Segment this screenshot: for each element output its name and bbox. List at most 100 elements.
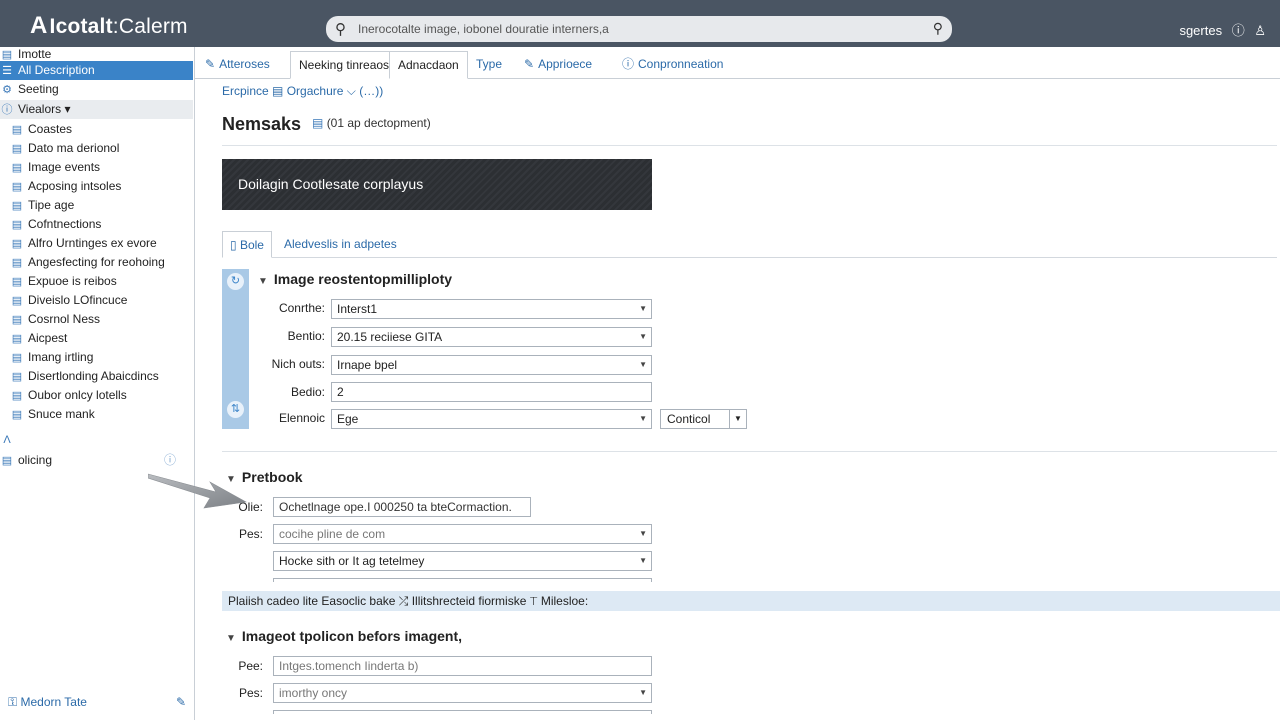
truncated-field xyxy=(273,710,652,714)
section-title[interactable]: ▼ Imageot tpolicon befors imagent, xyxy=(226,628,462,644)
conticol-select[interactable]: Conticol ▼ xyxy=(660,409,747,429)
dropdown-arrow-icon[interactable]: ▼ xyxy=(639,300,647,318)
edit-icon: ✎ xyxy=(524,57,535,71)
tab-label: Neeking tinreaos xyxy=(299,58,390,72)
field-label: Conrthe: xyxy=(278,301,325,315)
search-submit-icon[interactable]: ⚲ xyxy=(933,20,943,37)
tab-neeking-tinreaos[interactable]: Neeking tinreaos xyxy=(290,51,399,79)
sidebar-item[interactable]: ▤ Alfro Urntinges ex evore xyxy=(0,234,203,253)
sidebar-item[interactable]: ▤ Oubor onlcy lotells xyxy=(0,386,203,405)
field-value: 2 xyxy=(337,385,344,399)
bentio-select[interactable]: 20.15 reciiese GITA ▼ xyxy=(331,327,652,347)
sidebar-item[interactable]: ▤ Acposing intsoles xyxy=(0,177,203,196)
user-area[interactable]: sgertes ⓘ ♙ xyxy=(1173,20,1266,39)
tab-adnacdaon[interactable]: Adnacdaon xyxy=(389,51,468,79)
footer-icon: ⚿ xyxy=(8,695,18,709)
breadcrumb-item[interactable]: (…)) xyxy=(359,84,383,98)
breadcrumb-item[interactable]: Orgachure xyxy=(287,84,344,98)
truncated-field xyxy=(273,578,652,582)
dropdown-arrow-icon[interactable]: ▼ xyxy=(639,552,647,570)
refresh-icon[interactable]: ↻ xyxy=(227,273,244,290)
sidebar-item-seeting[interactable]: ⚙ Seeting xyxy=(0,80,193,99)
sidebar-item-label: All Description xyxy=(18,63,95,77)
search-input[interactable] xyxy=(356,16,920,42)
elennoic-select[interactable]: Ege ▼ xyxy=(331,409,652,429)
sidebar-item[interactable]: ▤ Tipe age xyxy=(0,196,203,215)
sidebar-item[interactable]: ▤ Coastes xyxy=(0,120,203,139)
field-value: Hocke sith or It ag tetelmey xyxy=(279,554,425,568)
user-icon[interactable]: ♙ xyxy=(1254,23,1266,38)
breadcrumb-item[interactable]: Ercpince xyxy=(222,84,269,98)
dropdown-arrow-icon[interactable]: ▼ xyxy=(639,328,647,346)
help-icon[interactable]: ⓘ xyxy=(1232,23,1245,38)
sidebar-item[interactable]: ▤ Snuce mank xyxy=(0,405,203,424)
dropdown-arrow-icon[interactable]: ▼ xyxy=(729,410,746,428)
doc-icon: ▤ xyxy=(11,371,23,383)
app-logo[interactable]: AIcotalt:Calerm xyxy=(30,12,188,40)
bedio-input[interactable]: 2 xyxy=(331,382,652,402)
sidebar-item[interactable]: ▤ Expuoe is reibos xyxy=(0,272,203,291)
dropdown-arrow-icon[interactable]: ▼ xyxy=(639,410,647,428)
subtab-icon: ▯ xyxy=(230,238,237,252)
field-label: Pes: xyxy=(238,686,263,700)
tab-type[interactable]: Type xyxy=(468,51,510,77)
tab-apprioece[interactable]: ✎ Apprioece xyxy=(516,51,600,77)
field-value: Irnape bpel xyxy=(337,358,398,372)
sync-icon[interactable]: ⇅ xyxy=(227,401,244,418)
sidebar-item-label: Oubor onlcy lotells xyxy=(28,388,127,402)
pes-select[interactable]: imorthy oncy ▼ xyxy=(273,683,652,703)
field-label: Bentio: xyxy=(287,329,325,343)
sidebar-item-label: Angesfecting for reohoing xyxy=(28,255,165,269)
sidebar-item-all-description[interactable]: ☰ All Description xyxy=(0,61,193,80)
footer-label[interactable]: Medorn Tate xyxy=(20,695,87,709)
user-name[interactable]: sgertes xyxy=(1179,23,1222,38)
pes-select[interactable]: cocihe pline de com ▼ xyxy=(273,524,652,544)
sidebar-item[interactable]: ▤ Imang irtling xyxy=(0,348,203,367)
sidebar-item-label: olicing xyxy=(18,453,53,467)
sidebar-group-viealors[interactable]: ⓘ Viealors ▾ xyxy=(0,100,193,119)
field-value: cocihe pline de com xyxy=(279,527,386,541)
banner: Doilagin Cootlesate corplayus xyxy=(222,159,652,210)
subtab-aledveslis[interactable]: Aledveslis in adpetes xyxy=(277,231,404,257)
sidebar-item[interactable]: ▤ Cofntnections xyxy=(0,215,203,234)
doc-icon: ▤ xyxy=(11,390,23,402)
chevron-down-icon[interactable]: ⌵ xyxy=(347,84,356,98)
sidebar-item[interactable]: ▤ Image events xyxy=(0,158,203,177)
sidebar-item[interactable]: ▤ Dato ma derionol xyxy=(0,139,203,158)
search-bar[interactable]: ⚲ ⚲ xyxy=(326,16,952,42)
logo-mark: A xyxy=(30,12,48,39)
dropdown-arrow-icon[interactable]: ▼ xyxy=(639,356,647,374)
pee-input[interactable]: Intges.tomench Iinderta b) xyxy=(273,656,652,676)
search-icon[interactable]: ⚲ xyxy=(335,20,346,38)
field-value: Ege xyxy=(337,412,359,426)
sidebar-item-label: Aicpest xyxy=(28,331,68,345)
sidebar-item-label: Cosrnol Ness xyxy=(28,312,101,326)
edit-icon[interactable]: ✎ xyxy=(176,695,186,709)
nich-outs-select[interactable]: Irnape bpel ▼ xyxy=(331,355,652,375)
sidebar-item[interactable]: ▤ Cosrnol Ness xyxy=(0,310,203,329)
hocke-select[interactable]: Hocke sith or It ag tetelmey ▼ xyxy=(273,551,652,571)
tree-icon: Λ xyxy=(3,434,11,446)
olie-input[interactable]: Ochetlnage ope.I 000250 ta bteCormaction… xyxy=(273,497,531,517)
collapse-icon[interactable]: ▼ xyxy=(258,276,268,287)
sidebar-item[interactable]: ▤ Aicpest xyxy=(0,329,203,348)
list-icon: ▤ xyxy=(1,455,13,467)
dropdown-arrow-icon[interactable]: ▼ xyxy=(639,525,647,543)
sidebar-item-label: Snuce mank xyxy=(28,407,95,421)
chevron-down-icon[interactable]: ▾ xyxy=(64,102,70,116)
breadcrumb-icon: ▤ xyxy=(272,84,284,98)
conrthe-select[interactable]: Interst1 ▼ xyxy=(331,299,652,319)
doc-icon: ▤ xyxy=(11,219,23,231)
tab-label: Conpronneation xyxy=(638,57,724,71)
subtab-bole[interactable]: ▯ Bole xyxy=(222,231,272,258)
tab-conpronneation[interactable]: ⓘ Conpronneation xyxy=(614,51,731,77)
section-title-text: Imageot tpolicon befors imagent, xyxy=(241,628,463,644)
sidebar-footer[interactable]: ⚿ Medorn Tate ✎ xyxy=(8,695,186,710)
sidebar-item[interactable]: ▤ Disertlonding Abaicdincs xyxy=(0,367,203,386)
collapse-icon[interactable]: ▼ xyxy=(226,633,236,644)
sidebar-item[interactable]: ▤ Angesfecting for reohoing xyxy=(0,253,203,272)
sidebar-item[interactable]: ▤ Diveislo LOfincuce xyxy=(0,291,203,310)
section-title[interactable]: ▼ Image reostentopmilliploty xyxy=(258,271,452,287)
tab-atteroses[interactable]: ✎ Atteroses xyxy=(197,51,278,77)
dropdown-arrow-icon[interactable]: ▼ xyxy=(639,684,647,702)
